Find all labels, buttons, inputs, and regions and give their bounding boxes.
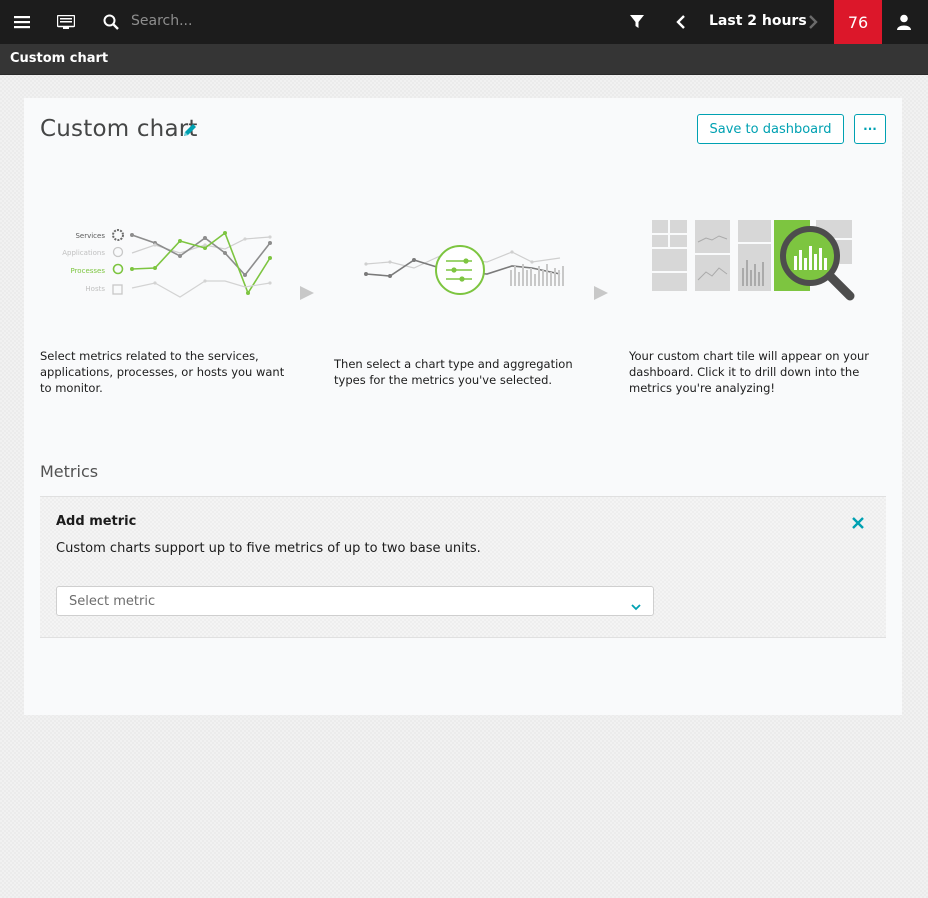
top-navigation-bar: Search... Last 2 hours 76 xyxy=(0,0,928,44)
save-to-dashboard-button[interactable]: Save to dashboard xyxy=(697,114,844,144)
timeframe-selector[interactable]: Last 2 hours xyxy=(709,13,807,29)
legend-services: Services xyxy=(75,232,105,240)
chevron-left-icon[interactable] xyxy=(672,0,690,44)
add-metric-title: Add metric xyxy=(56,514,137,529)
step-2-text: Then select a chart type and aggregation… xyxy=(334,357,573,387)
select-metric-dropdown[interactable]: Select metric xyxy=(56,586,654,616)
add-metric-box: Add metric Custom charts support up to f… xyxy=(40,496,886,638)
problems-count-badge[interactable]: 76 xyxy=(834,0,882,44)
select-metric-placeholder: Select metric xyxy=(69,594,156,609)
user-icon[interactable] xyxy=(893,0,915,44)
step-arrow-2 xyxy=(594,286,608,300)
chart-type-illustration xyxy=(364,245,564,295)
legend-applications: Applications xyxy=(62,249,105,257)
pencil-icon[interactable] xyxy=(182,122,198,142)
metrics-heading: Metrics xyxy=(40,462,99,481)
legend-processes: Processes xyxy=(70,267,105,275)
page-title: Custom chart xyxy=(40,116,198,142)
dashboard-icon[interactable] xyxy=(54,0,78,44)
menu-icon[interactable] xyxy=(10,0,34,44)
chevron-right-icon[interactable] xyxy=(804,0,822,44)
breadcrumb-bar: Custom chart xyxy=(0,44,928,75)
search-icon[interactable] xyxy=(100,0,122,44)
add-metric-description: Custom charts support up to five metrics… xyxy=(56,541,481,556)
step-arrow-1 xyxy=(300,286,314,300)
step-1-text: Select metrics related to the services, … xyxy=(40,349,285,395)
more-options-button[interactable]: ··· xyxy=(854,114,886,144)
breadcrumb[interactable]: Custom chart xyxy=(10,51,108,66)
close-icon[interactable] xyxy=(851,515,867,531)
legend-hosts: Hosts xyxy=(85,285,105,293)
metrics-selection-illustration: Services Applications Processes Hosts xyxy=(62,229,272,298)
search-input[interactable]: Search... xyxy=(131,13,192,29)
filter-icon[interactable] xyxy=(626,0,648,44)
step-3-text: Your custom chart tile will appear on yo… xyxy=(629,349,870,395)
dashboard-tile-illustration xyxy=(652,220,855,301)
custom-chart-panel: Custom chart Save to dashboard ··· Servi… xyxy=(24,98,902,715)
chevron-down-icon xyxy=(631,596,641,615)
